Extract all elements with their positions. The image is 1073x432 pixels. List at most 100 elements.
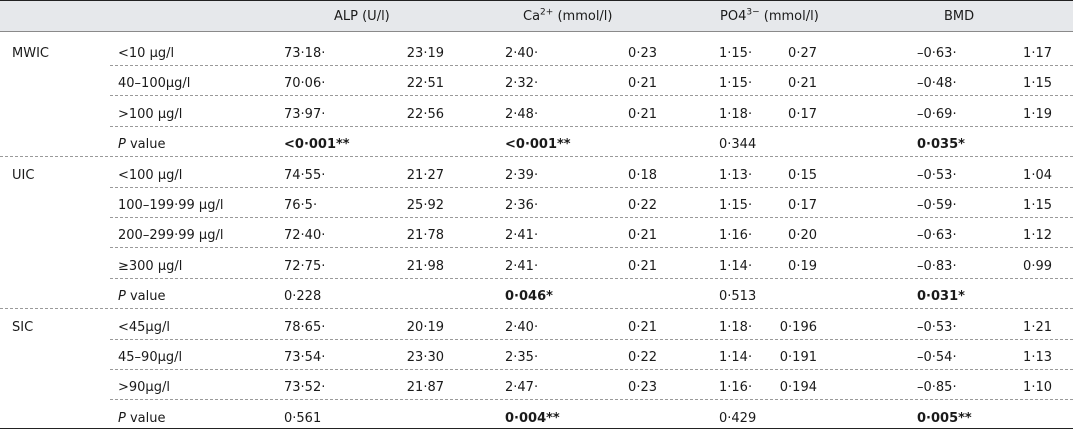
- p-value-bmd: 0·035*: [917, 137, 965, 153]
- phosphate-mean: 1·15·: [719, 198, 753, 213]
- phosphate-sd: 0·27: [788, 46, 817, 61]
- alp-sd: 22·51: [406, 76, 444, 92]
- row-separator: [0, 156, 1073, 158]
- row-separator: [110, 65, 1073, 66]
- bmd-mean: –0·53·: [917, 319, 957, 335]
- calcium-sd: 0·22: [628, 350, 657, 365]
- header-phosphate: PO43− (mmol/l): [720, 7, 819, 25]
- phosphate-sd: 0·194: [779, 380, 817, 396]
- bmd-sd: 1·13: [1023, 350, 1052, 365]
- alp-sd: 23·30: [406, 350, 444, 365]
- phosphate-mean: 1·16·: [719, 228, 753, 244]
- p-value-bmd: 0·005**: [917, 410, 972, 426]
- category-cell: >100 µg/l: [118, 106, 183, 122]
- bmd-sd: 1·17: [1023, 46, 1052, 61]
- p-value-label-text: value: [125, 289, 166, 305]
- phosphate-sd: 0·191: [779, 350, 817, 365]
- phosphate-mean: 1·15·: [719, 76, 753, 92]
- bmd-mean: –0·63·: [917, 228, 957, 244]
- phosphate-mean: 1·16·: [719, 380, 753, 396]
- row-separator: [110, 338, 1073, 340]
- row-separator: [110, 217, 1073, 218]
- calcium-sd: 0·23: [628, 46, 657, 61]
- alp-mean: 72·75·: [284, 258, 326, 274]
- header-calcium: Ca2+ (mmol/l): [523, 7, 613, 25]
- header-phosphate-base: PO4: [720, 9, 747, 24]
- header-alp: ALP (U/l): [334, 9, 390, 24]
- alp-sd: 25·92: [406, 198, 444, 213]
- p-value-alp: 0·561: [284, 410, 322, 426]
- category-cell: 200–299·99 µg/l: [118, 228, 224, 244]
- bmd-sd: 1·04: [1023, 167, 1052, 183]
- bmd-sd: 0·99: [1023, 258, 1052, 274]
- header-calcium-sup: 2+: [540, 7, 554, 18]
- row-separator: [110, 125, 1073, 127]
- row-separator: [110, 186, 1073, 188]
- data-table: ALP (U/l) Ca2+ (mmol/l) PO43− (mmol/l) B…: [0, 0, 1073, 432]
- bmd-sd: 1·10: [1023, 380, 1052, 396]
- calcium-mean: 2·39·: [505, 167, 539, 183]
- calcium-sd: 0·22: [628, 198, 657, 213]
- p-value-bmd: 0·031*: [917, 289, 965, 305]
- bmd-mean: –0·54·: [917, 350, 957, 365]
- phosphate-mean: 1·14·: [719, 258, 753, 274]
- bmd-mean: –0·63·: [917, 46, 957, 61]
- phosphate-sd: 0·15: [788, 167, 817, 183]
- calcium-sd: 0·21: [628, 258, 657, 274]
- phosphate-sd: 0·20: [788, 228, 817, 244]
- p-value-label-text: value: [125, 410, 166, 426]
- calcium-mean: 2·40·: [505, 319, 539, 335]
- row-separator: [110, 277, 1073, 279]
- alp-mean: 70·06·: [284, 76, 326, 92]
- calcium-mean: 2·41·: [505, 228, 539, 244]
- calcium-mean: 2·41·: [505, 258, 539, 274]
- p-value-calcium: 0·046*: [505, 289, 553, 305]
- p-value-label-italic: P: [118, 289, 126, 305]
- calcium-mean: 2·32·: [505, 76, 539, 92]
- group-label: MWIC: [12, 46, 49, 61]
- alp-mean: 74·55·: [284, 167, 326, 183]
- calcium-sd: 0·21: [628, 319, 657, 335]
- group-label: SIC: [12, 319, 34, 335]
- alp-sd: 21·98: [406, 258, 444, 274]
- alp-sd: 21·87: [406, 380, 444, 396]
- row-separator: [110, 247, 1073, 249]
- phosphate-sd: 0·19: [788, 258, 817, 274]
- alp-mean: 73·97·: [284, 106, 326, 122]
- header-phosphate-sup: 3−: [746, 7, 760, 18]
- p-value-phosphate: 0·344: [719, 137, 757, 153]
- bmd-mean: –0·83·: [917, 258, 957, 274]
- alp-mean: 73·52·: [284, 380, 326, 396]
- row-separator: [110, 369, 1073, 370]
- calcium-mean: 2·47·: [505, 380, 539, 396]
- row-separator: [0, 308, 1073, 310]
- header-calcium-base: Ca: [523, 9, 541, 24]
- p-value-phosphate: 0·429: [719, 410, 757, 426]
- category-cell: 100–199·99 µg/l: [118, 198, 224, 213]
- header-phosphate-unit: (mmol/l): [759, 9, 819, 24]
- bmd-sd: 1·15: [1023, 76, 1052, 92]
- calcium-mean: 2·48·: [505, 106, 539, 122]
- phosphate-mean: 1·18·: [719, 319, 753, 335]
- calcium-sd: 0·21: [628, 228, 657, 244]
- p-value-phosphate: 0·513: [719, 289, 757, 305]
- header-calcium-unit: (mmol/l): [553, 9, 613, 24]
- p-value-alp: <0·001**: [284, 137, 350, 153]
- row-separator: [110, 399, 1073, 401]
- phosphate-sd: 0·17: [788, 198, 817, 213]
- alp-mean: 76·5·: [284, 198, 318, 213]
- p-value-label-italic: P: [118, 410, 126, 426]
- table-bottom-rule: [0, 428, 1073, 429]
- alp-mean: 73·54·: [284, 350, 326, 365]
- p-value-calcium: 0·004**: [505, 410, 560, 426]
- group-label: UIC: [12, 167, 35, 183]
- calcium-sd: 0·18: [628, 167, 657, 183]
- p-value-label-italic: P: [118, 137, 126, 153]
- row-separator: [110, 95, 1073, 97]
- alp-mean: 78·65·: [284, 319, 326, 335]
- alp-sd: 22·56: [406, 106, 444, 122]
- bmd-sd: 1·21: [1023, 319, 1052, 335]
- phosphate-mean: 1·13·: [719, 167, 753, 183]
- phosphate-sd: 0·21: [788, 76, 817, 92]
- category-cell: <100 µg/l: [118, 167, 183, 183]
